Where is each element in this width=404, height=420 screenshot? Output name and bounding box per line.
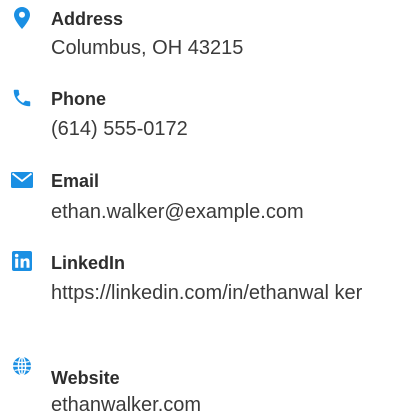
phone-icon [10, 86, 34, 110]
phone-label: Phone [51, 89, 107, 109]
address-value: Columbus, OH 43215 [51, 37, 244, 59]
linkedin-value[interactable]: https://linkedin.com/in/ethanwal ker [51, 278, 381, 308]
website-label: Website [51, 368, 120, 388]
linkedin-icon [10, 249, 34, 273]
map-pin-icon [10, 6, 34, 30]
contact-list: Address Columbus, OH 43215 Phone (614) 5… [0, 0, 404, 418]
linkedin-label: LinkedIn [51, 253, 126, 273]
website-value[interactable]: ethanwalker.com [51, 390, 381, 420]
envelope-icon [10, 168, 34, 192]
globe-icon [10, 354, 34, 378]
address-label: Address [51, 9, 124, 29]
email-value[interactable]: ethan.walker@example.com [51, 197, 381, 227]
phone-value[interactable]: (614) 555-0172 [51, 114, 381, 144]
email-label: Email [51, 171, 100, 191]
